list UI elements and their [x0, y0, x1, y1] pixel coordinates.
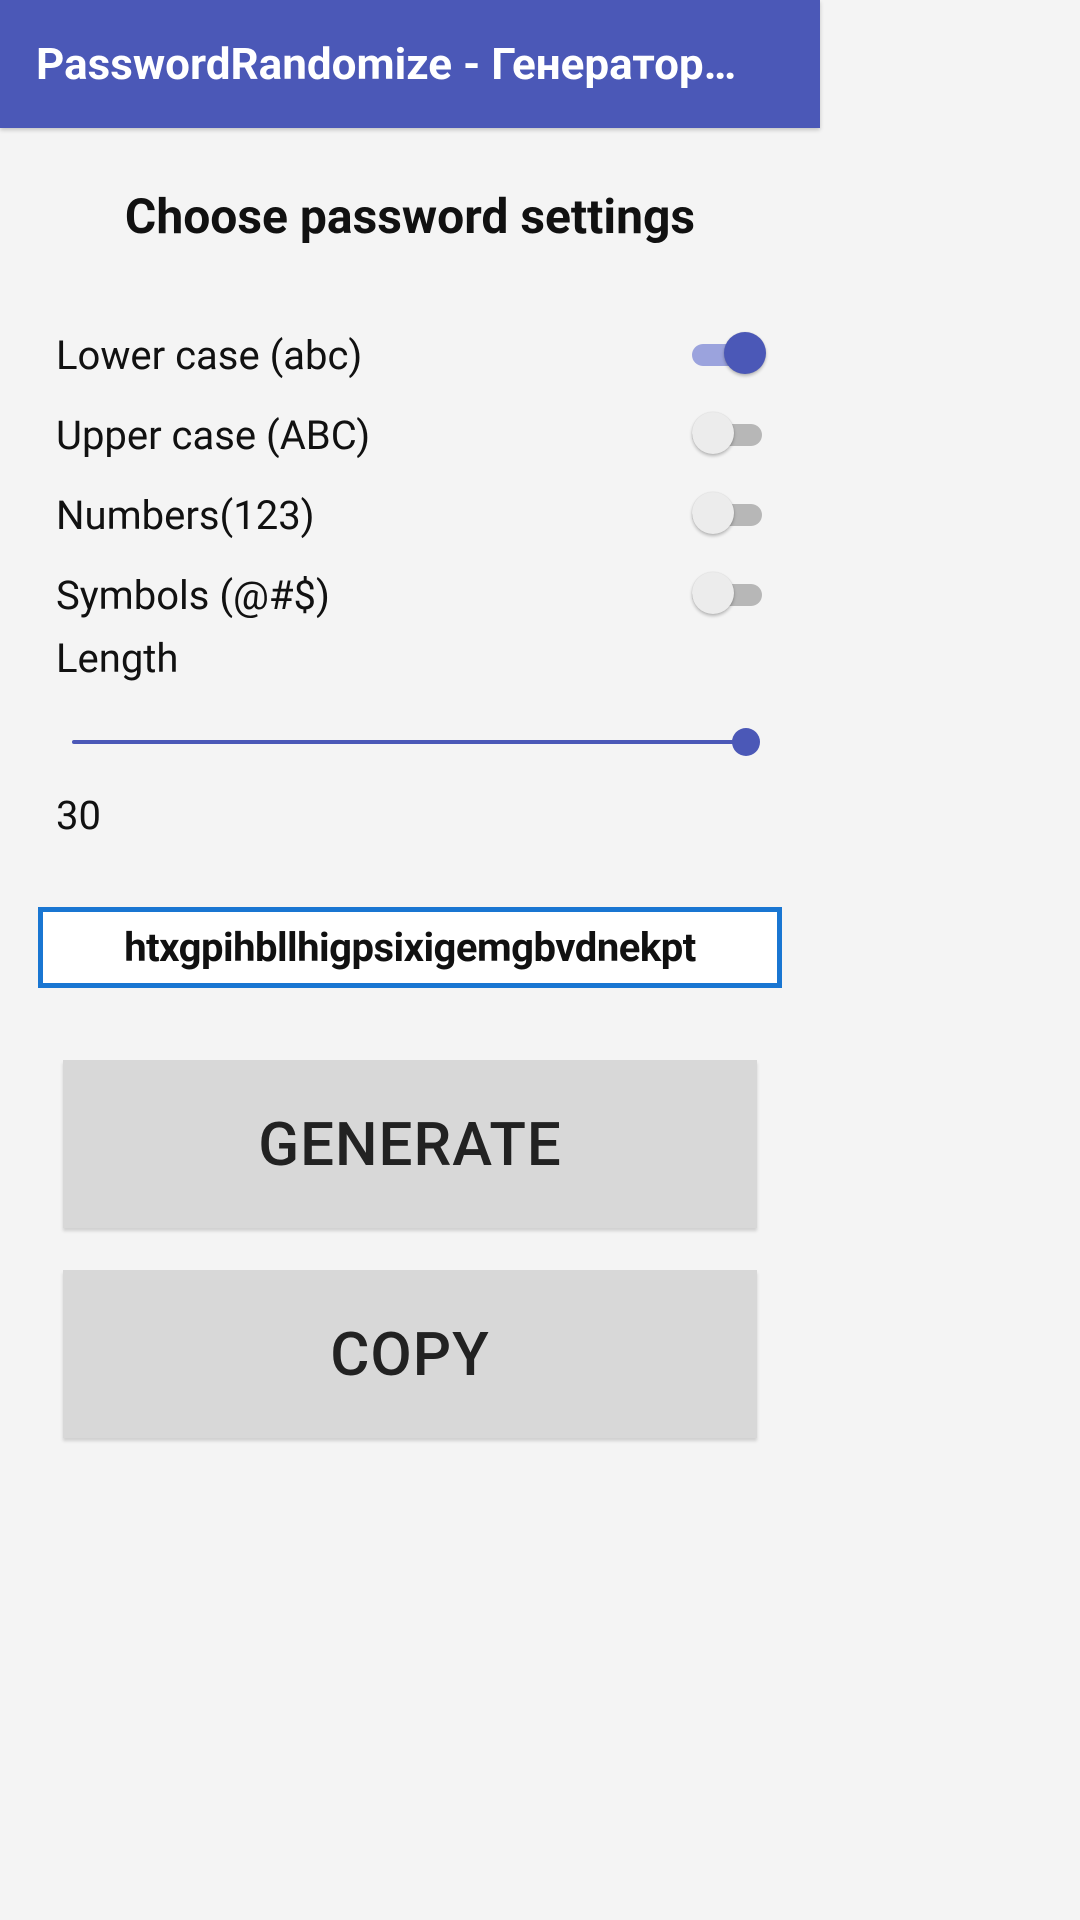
app-title: PasswordRandomize - Генератор…	[36, 38, 784, 90]
setting-label: Symbols (@#$)	[56, 572, 330, 619]
copy-button[interactable]: COPY	[63, 1270, 757, 1438]
setting-row-numbers: Numbers(123)	[56, 475, 764, 555]
length-section: Length 30	[56, 635, 764, 839]
generate-button-label: GENERATE	[258, 1109, 562, 1180]
length-slider[interactable]	[72, 722, 748, 762]
length-label: Length	[56, 635, 764, 682]
setting-label: Numbers(123)	[56, 492, 315, 539]
page-heading: Choose password settings	[56, 188, 764, 245]
length-value: 30	[56, 792, 764, 839]
app-bar: PasswordRandomize - Генератор…	[0, 0, 820, 128]
generated-password-output[interactable]: htxgpihbllhigpsixigemgbvdnekpt	[38, 907, 782, 988]
setting-row-upper-case: Upper case (ABC)	[56, 395, 764, 475]
setting-label: Lower case (abc)	[56, 332, 362, 379]
symbols-toggle[interactable]	[692, 572, 764, 618]
setting-row-symbols: Symbols (@#$)	[56, 555, 764, 635]
upper-case-toggle[interactable]	[692, 412, 764, 458]
setting-row-lower-case: Lower case (abc)	[56, 315, 764, 395]
lower-case-toggle[interactable]	[692, 332, 764, 378]
setting-label: Upper case (ABC)	[56, 412, 370, 459]
content: Choose password settings Lower case (abc…	[0, 188, 820, 1438]
numbers-toggle[interactable]	[692, 492, 764, 538]
generate-button[interactable]: GENERATE	[63, 1060, 757, 1228]
copy-button-label: COPY	[330, 1319, 489, 1390]
settings-list: Lower case (abc) Upper case (ABC) Number…	[56, 315, 764, 839]
